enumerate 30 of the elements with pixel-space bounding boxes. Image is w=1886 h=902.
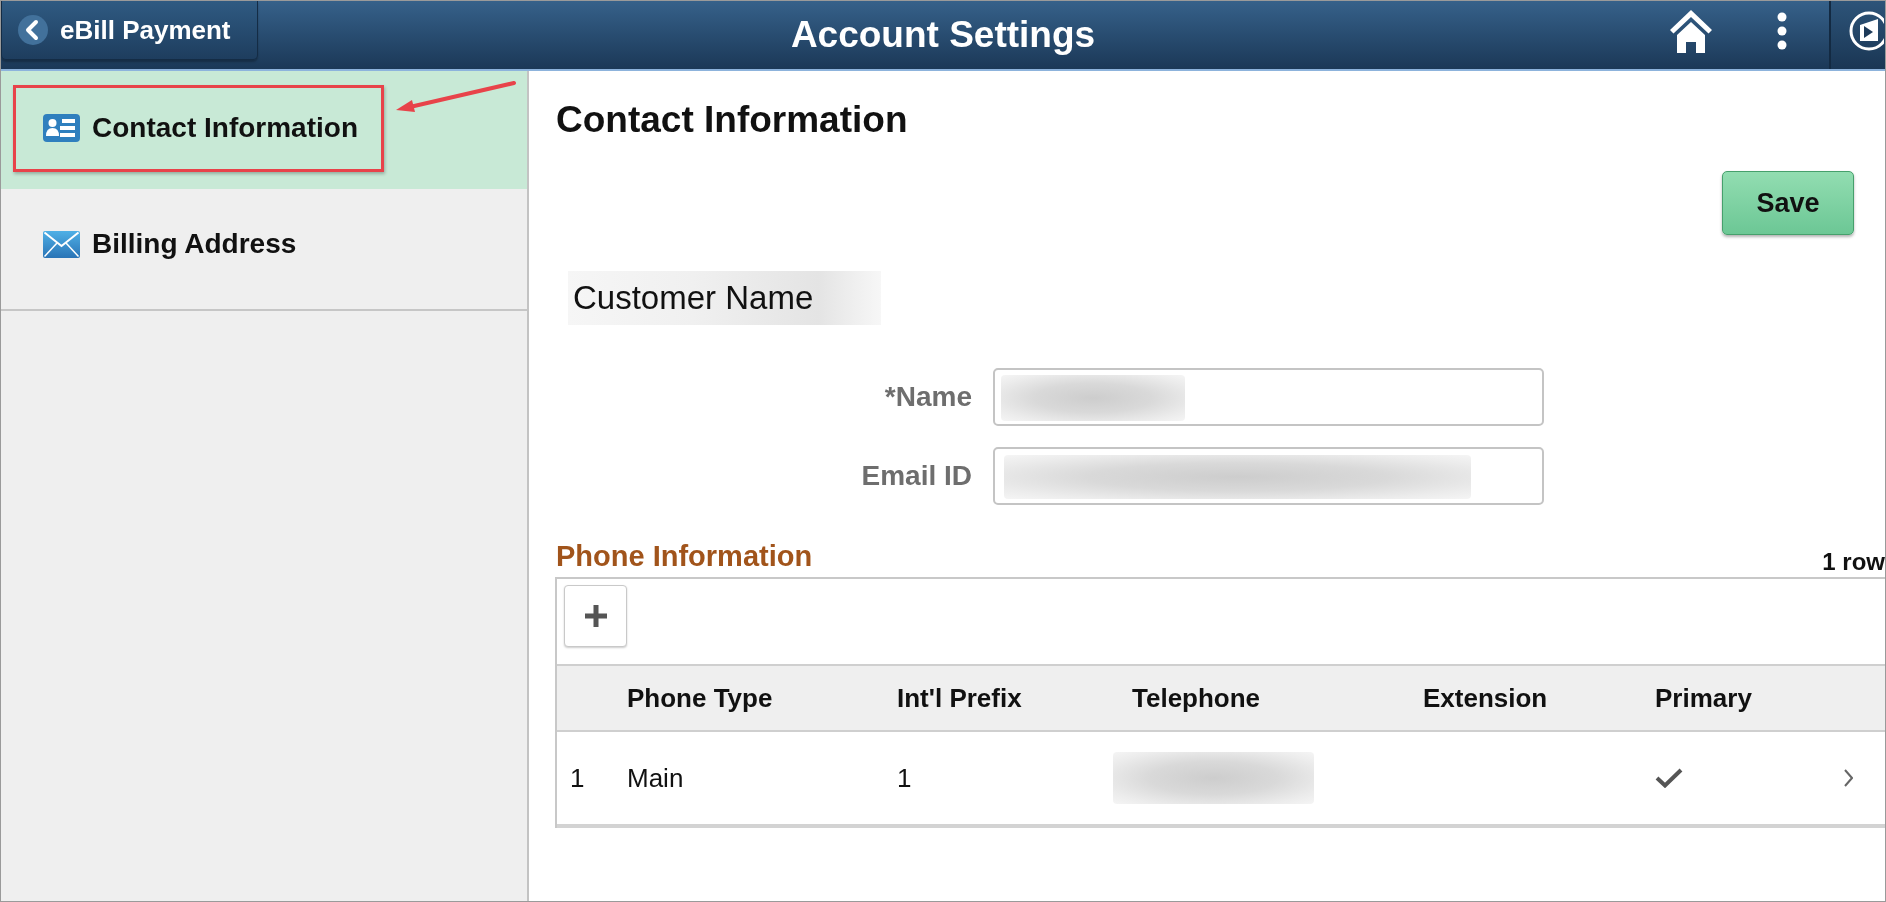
column-header: Extension: [1423, 682, 1548, 714]
column-header: Phone Type: [627, 682, 773, 714]
section-title: Phone Information: [556, 540, 813, 572]
sidebar-item[interactable]: Billing Address: [1, 189, 527, 311]
field-label: Email ID: [861, 460, 972, 492]
column-header: Int'l Prefix: [897, 682, 1022, 714]
add-button[interactable]: [564, 585, 627, 647]
row-number: 1: [570, 762, 585, 794]
chevron-right-icon[interactable]: [1844, 769, 1853, 787]
home-icon[interactable]: [1669, 9, 1713, 53]
section-heading: Customer Name: [568, 271, 881, 325]
envelope-icon: [43, 230, 80, 258]
table-cell: 1: [897, 762, 912, 794]
column-header: Telephone: [1132, 682, 1261, 714]
input-field[interactable]: [993, 447, 1544, 505]
back-icon: [18, 15, 48, 45]
field-label: *Name: [884, 381, 972, 413]
column-header: Primary: [1655, 682, 1752, 714]
contact-card-icon: [43, 114, 80, 142]
save-button[interactable]: Save: [1722, 171, 1854, 235]
row-count: 1 row: [1822, 548, 1885, 576]
sidebar-item[interactable]: Contact Information: [1, 71, 527, 189]
page-title: Contact Information: [556, 99, 908, 141]
input-field[interactable]: [993, 368, 1544, 426]
plus-icon: [584, 605, 607, 627]
table-cell: Main: [627, 762, 684, 794]
navbar-button[interactable]: [1829, 1, 1885, 69]
back-button[interactable]: eBill Payment: [1, 1, 258, 60]
header-title: Account Settings: [790, 14, 1096, 56]
more-options-icon[interactable]: [1777, 12, 1787, 50]
